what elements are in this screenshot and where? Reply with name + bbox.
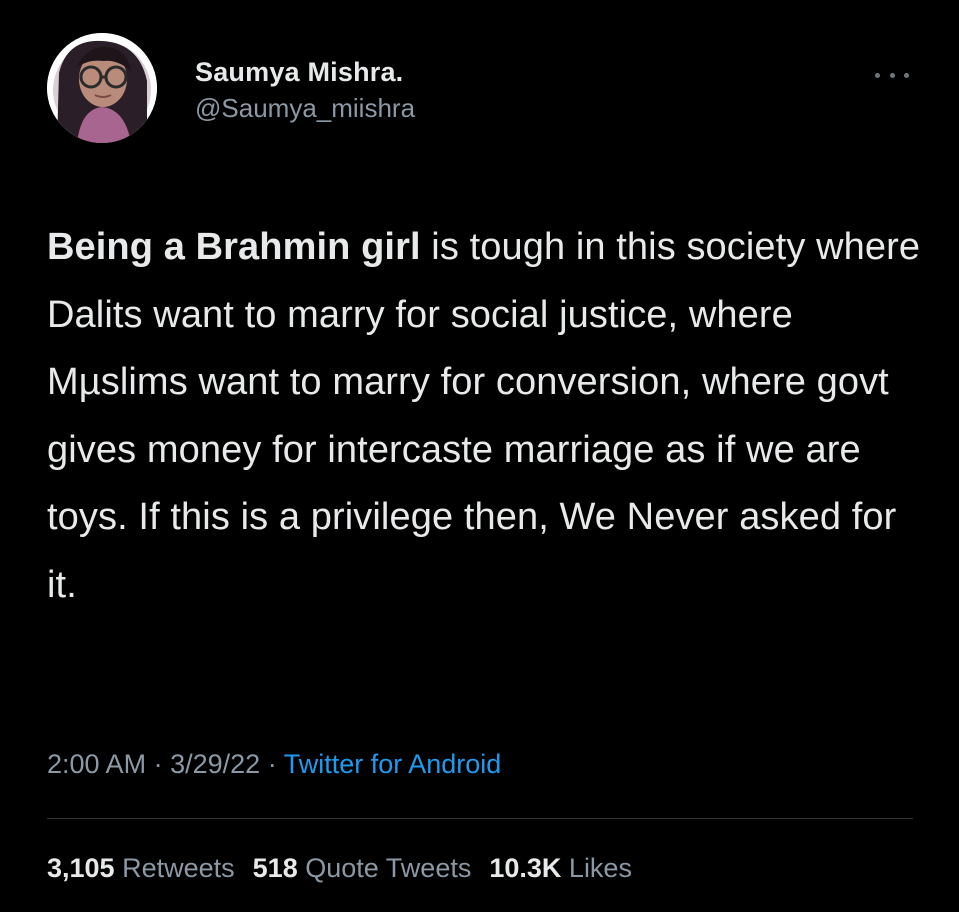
more-dot (904, 72, 909, 78)
user-handle[interactable]: @Saumya_miishra (195, 91, 415, 125)
likes-stat[interactable]: 10.3K Likes (489, 853, 632, 883)
tweet-card: Saumya Mishra. @Saumya_miishra Being a B… (0, 0, 959, 912)
likes-label: Likes (568, 853, 632, 883)
retweets-count: 3,105 (47, 853, 115, 883)
meta-separator: · (153, 749, 163, 779)
quote-tweets-count: 518 (252, 853, 298, 883)
more-horizontal-icon[interactable] (875, 67, 909, 83)
retweets-label: Retweets (122, 853, 235, 883)
avatar[interactable] (47, 33, 157, 143)
tweet-stats: 3,105 Retweets 518 Quote Tweets 10.3K Like… (47, 850, 632, 886)
tweet-header: Saumya Mishra. @Saumya_miishra (47, 33, 917, 143)
meta-separator: · (267, 749, 277, 779)
tweet-date[interactable]: 3/29/22 (170, 749, 260, 779)
quote-tweets-label: Quote Tweets (305, 853, 472, 883)
avatar-image (47, 33, 157, 143)
likes-count: 10.3K (489, 853, 562, 883)
tweet-source-link[interactable]: Twitter for Android (284, 749, 502, 779)
tweet-meta: 2:00 AM · 3/29/22 · Twitter for Android (47, 746, 501, 782)
divider (47, 818, 913, 819)
tweet-text-bold: Being a Brahmin girl (47, 226, 421, 268)
more-dot (889, 72, 895, 78)
tweet-text-rest: is tough in this society where Dalits wa… (47, 226, 921, 606)
tweet-time[interactable]: 2:00 AM (47, 749, 146, 779)
display-name[interactable]: Saumya Mishra. (195, 55, 415, 89)
tweet-text: Being a Brahmin girl is tough in this so… (47, 214, 927, 619)
more-dot (875, 72, 880, 78)
quote-tweets-stat[interactable]: 518 Quote Tweets (253, 853, 472, 883)
user-names: Saumya Mishra. @Saumya_miishra (195, 55, 415, 125)
retweets-stat[interactable]: 3,105 Retweets (47, 853, 235, 883)
